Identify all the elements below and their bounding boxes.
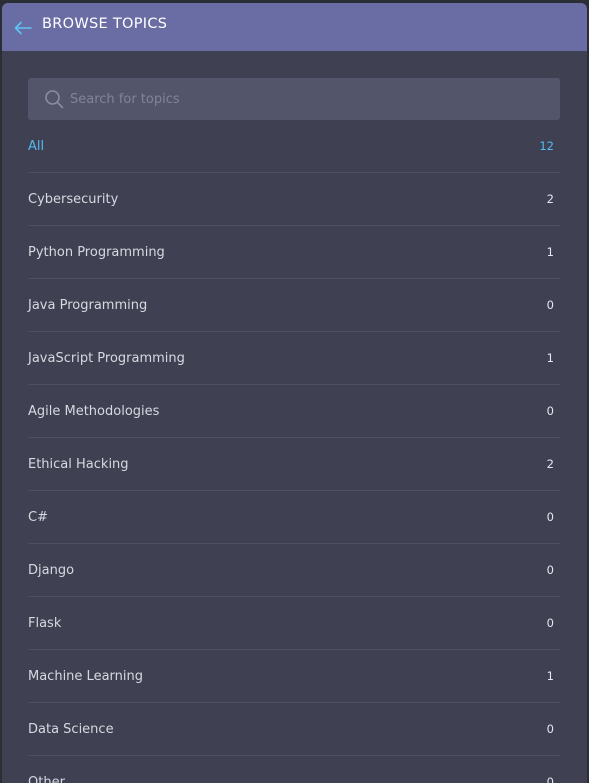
topic-item-java-programming[interactable]: Java Programming 0 (28, 279, 560, 332)
topic-item-all[interactable]: All 12 (28, 120, 560, 173)
topic-count: 0 (546, 616, 554, 630)
page-title: BROWSE TOPICS (42, 16, 168, 32)
topic-list: All 12 Cybersecurity 2 Python Programmin… (28, 120, 560, 783)
topic-label: Cybersecurity (28, 191, 119, 207)
topic-count: 2 (546, 192, 554, 206)
topic-item-data-science[interactable]: Data Science 0 (28, 703, 560, 756)
topic-label: JavaScript Programming (28, 350, 185, 366)
topic-item-csharp[interactable]: C# 0 (28, 491, 560, 544)
topic-count: 0 (546, 298, 554, 312)
topic-count: 0 (546, 563, 554, 577)
arrow-left-icon (14, 21, 32, 35)
topic-label: Flask (28, 615, 62, 631)
topic-label: Machine Learning (28, 668, 143, 684)
topic-label: Ethical Hacking (28, 456, 129, 472)
browse-topics-panel: BROWSE TOPICS All 12 Cybersecurity 2 Pyt… (2, 3, 587, 783)
topic-item-cybersecurity[interactable]: Cybersecurity 2 (28, 173, 560, 226)
topic-count: 1 (546, 351, 554, 365)
topic-item-python-programming[interactable]: Python Programming 1 (28, 226, 560, 279)
topic-count: 1 (546, 669, 554, 683)
topic-count: 2 (546, 457, 554, 471)
topic-item-agile-methodologies[interactable]: Agile Methodologies 0 (28, 385, 560, 438)
topic-count: 1 (546, 245, 554, 259)
search-input[interactable] (70, 78, 550, 120)
topic-label: Agile Methodologies (28, 403, 160, 419)
topic-item-django[interactable]: Django 0 (28, 544, 560, 597)
topic-label: All (28, 138, 45, 154)
topic-count: 0 (546, 510, 554, 524)
topic-label: C# (28, 509, 48, 525)
topic-count: 0 (546, 775, 554, 783)
topic-item-javascript-programming[interactable]: JavaScript Programming 1 (28, 332, 560, 385)
topic-count: 0 (546, 404, 554, 418)
topic-item-ethical-hacking[interactable]: Ethical Hacking 2 (28, 438, 560, 491)
topic-label: Java Programming (28, 297, 148, 313)
panel-header: BROWSE TOPICS (2, 3, 587, 51)
topic-label: Data Science (28, 721, 114, 737)
back-button[interactable] (13, 19, 33, 37)
topic-label: Django (28, 562, 75, 578)
search-icon (45, 90, 64, 109)
topic-label: Other (28, 774, 65, 783)
topic-count: 12 (539, 139, 554, 153)
topic-item-flask[interactable]: Flask 0 (28, 597, 560, 650)
topic-count: 0 (546, 722, 554, 736)
topic-item-machine-learning[interactable]: Machine Learning 1 (28, 650, 560, 703)
topic-label: Python Programming (28, 244, 165, 260)
search-box (28, 78, 560, 120)
topic-item-other[interactable]: Other 0 (28, 756, 560, 783)
